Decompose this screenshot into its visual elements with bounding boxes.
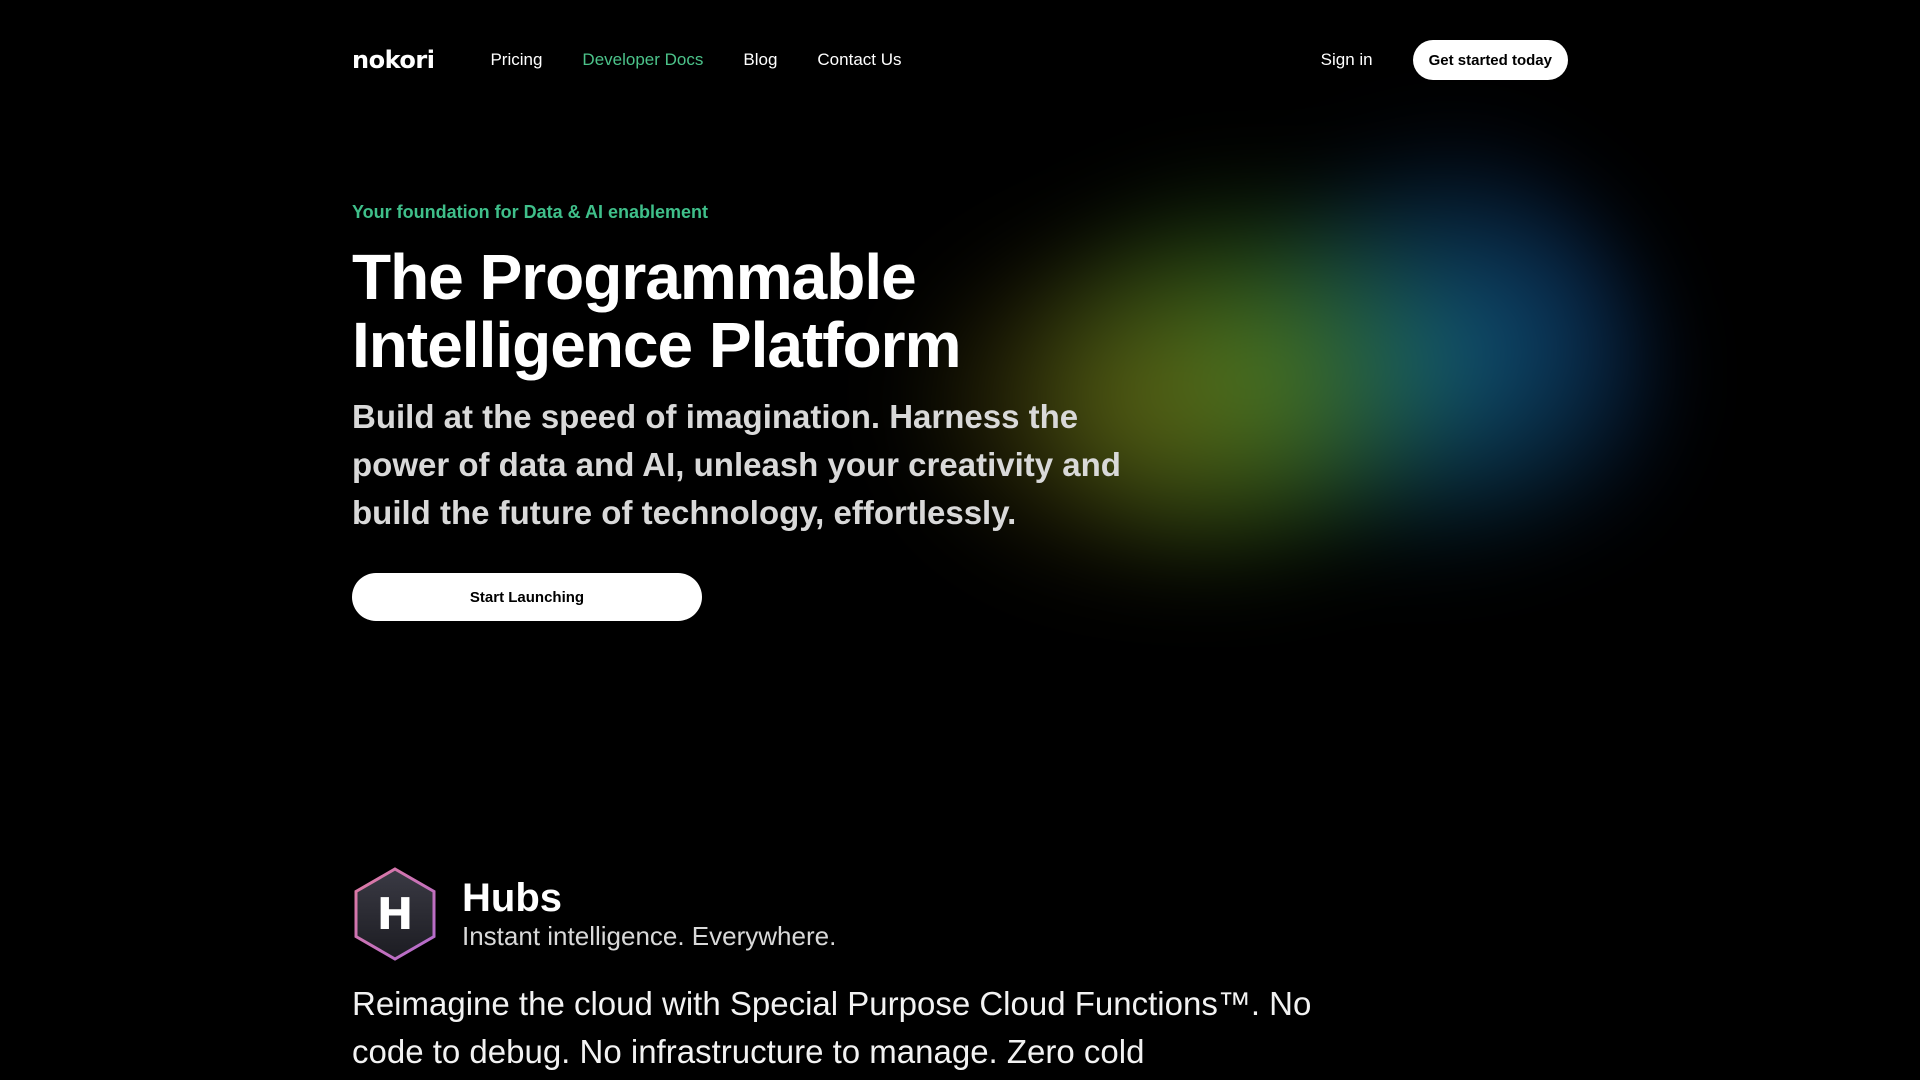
hero-headline-line1: The Programmable	[352, 241, 917, 313]
nav-link-blog[interactable]: Blog	[743, 50, 777, 70]
hero-section: Your foundation for Data & AI enablement…	[352, 202, 1132, 621]
hubs-tagline: Instant intelligence. Everywhere.	[462, 921, 837, 951]
nav-link-developer-docs[interactable]: Developer Docs	[582, 50, 703, 70]
top-nav: nokori Pricing Developer Docs Blog Conta…	[352, 40, 1568, 80]
hubs-header: H Hubs Instant intelligence. Everywhere.	[352, 866, 1352, 962]
nav-link-contact-us[interactable]: Contact Us	[817, 50, 901, 70]
hero-subhead: Build at the speed of imagination. Harne…	[352, 398, 1121, 531]
nav-actions: Sign in Get started today	[1321, 40, 1568, 80]
landing-page: nokori Pricing Developer Docs Blog Conta…	[0, 0, 1920, 1080]
hubs-title: Hubs	[462, 876, 562, 920]
nav-link-pricing[interactable]: Pricing	[490, 50, 542, 70]
hubs-section: H Hubs Instant intelligence. Everywhere.…	[352, 866, 1352, 1076]
brand-logo[interactable]: nokori	[352, 46, 435, 74]
start-launching-button[interactable]: Start Launching	[352, 573, 702, 621]
hubs-description: Reimagine the cloud with Special Purpose…	[352, 985, 1312, 1070]
get-started-button[interactable]: Get started today	[1412, 40, 1568, 80]
sign-in-link[interactable]: Sign in	[1321, 50, 1373, 70]
hero-headline: The Programmable Intelligence Platform	[352, 243, 1132, 379]
hub-icon-letter: H	[377, 889, 414, 940]
hero-headline-line2: Intelligence Platform	[352, 309, 961, 381]
hubs-titles: Hubs Instant intelligence. Everywhere.	[462, 876, 836, 952]
nav-links: Pricing Developer Docs Blog Contact Us	[490, 50, 901, 70]
hexagon-h-icon: H	[354, 867, 436, 961]
hero-eyebrow: Your foundation for Data & AI enablement	[352, 202, 709, 222]
